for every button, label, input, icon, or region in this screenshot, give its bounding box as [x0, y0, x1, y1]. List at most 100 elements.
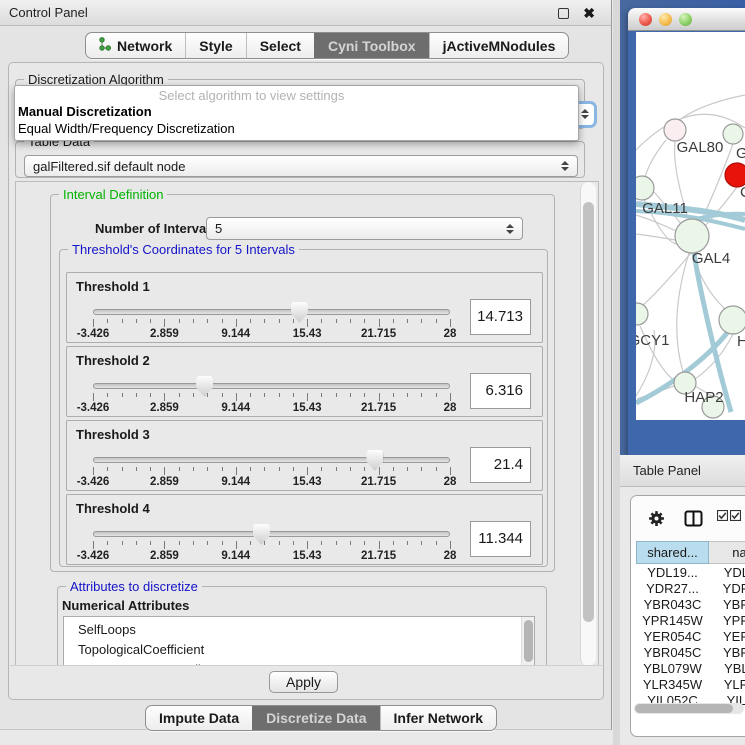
tick-mark: [393, 541, 394, 545]
tick-mark: [179, 393, 180, 397]
network-canvas[interactable]: GAL80 G C GAL11 GAL4 GCY1 H HAP2: [636, 32, 745, 420]
threshold-4-slider[interactable]: [93, 531, 450, 537]
close-traffic-light-icon[interactable]: [639, 13, 652, 26]
tab-discretize-data[interactable]: Discretize Data: [252, 706, 379, 730]
column-header-name[interactable]: na: [709, 541, 745, 564]
tick-mark: [164, 319, 165, 327]
tick-mark: [307, 393, 308, 401]
network-node[interactable]: [723, 124, 743, 144]
tick-mark: [207, 541, 208, 545]
tick-label: -3.426: [77, 550, 110, 562]
cyni-toolbox-panel: Discretization Algorithm Select algorith…: [8, 62, 604, 700]
table-row[interactable]: YDR27...YDR2: [636, 581, 745, 597]
network-node[interactable]: [675, 219, 709, 253]
tick-mark: [350, 393, 351, 397]
tick-mark: [164, 393, 165, 401]
tick-mark: [136, 467, 137, 471]
split-columns-icon[interactable]: [684, 510, 703, 527]
tick-mark: [236, 467, 237, 475]
scrollbar-thumb[interactable]: [524, 620, 533, 662]
tab-style[interactable]: Style: [185, 33, 245, 58]
network-node[interactable]: [664, 119, 686, 141]
gear-icon[interactable]: [648, 510, 665, 527]
threshold-4-value-field[interactable]: 11.344: [470, 521, 531, 557]
table-horizontal-scrollbar[interactable]: [634, 703, 744, 714]
network-node[interactable]: [719, 306, 745, 334]
tick-mark: [307, 319, 308, 327]
checkbox-icon[interactable]: [717, 510, 728, 521]
network-nodes[interactable]: [636, 119, 745, 418]
table-data-group: Table Data galFiltered.sif default node: [15, 141, 585, 178]
threshold-1-slider[interactable]: [93, 309, 450, 315]
threshold-2-panel: Threshold 2 -3.4262.8599.14415.4321.7152…: [66, 346, 543, 417]
number-of-intervals-value: 5: [215, 221, 222, 236]
tick-label: 9.144: [221, 328, 250, 340]
tab-network[interactable]: Network: [86, 33, 185, 58]
number-of-intervals-combobox[interactable]: 5: [206, 217, 523, 240]
combo-arrows-icon: [581, 109, 589, 119]
tick-label: 15.43: [293, 550, 322, 562]
scrollbar-thumb[interactable]: [583, 202, 594, 622]
cyni-bottom-tab-bar: Impute Data Discretize Data Infer Networ…: [145, 705, 497, 731]
list-vertical-scrollbar[interactable]: [521, 617, 534, 667]
float-window-icon[interactable]: [558, 8, 569, 19]
panel-splitter[interactable]: [613, 0, 620, 745]
tick-mark: [393, 467, 394, 471]
tab-infer-network[interactable]: Infer Network: [380, 706, 496, 730]
network-view-window[interactable]: GAL80 G C GAL11 GAL4 GCY1 H HAP2: [628, 8, 745, 455]
tick-label: 15.43: [293, 402, 322, 414]
tick-mark: [336, 467, 337, 471]
threshold-4-label: Threshold 4: [76, 501, 150, 516]
settings-vertical-scrollbar[interactable]: [580, 182, 596, 666]
tick-mark: [379, 393, 380, 401]
tab-select[interactable]: Select: [246, 33, 314, 58]
table-data-combobox[interactable]: galFiltered.sif default node: [24, 155, 578, 177]
apply-button[interactable]: Apply: [269, 671, 338, 693]
zoom-traffic-light-icon[interactable]: [679, 13, 692, 26]
threshold-3-value-field[interactable]: 21.4: [470, 447, 531, 483]
threshold-3-slider[interactable]: [93, 457, 450, 463]
tab-impute-data[interactable]: Impute Data: [146, 706, 252, 730]
close-icon[interactable]: ✖: [583, 0, 595, 26]
table-row[interactable]: YDL19...YDL1: [636, 565, 745, 581]
tick-mark: [122, 319, 123, 323]
checkbox-icon[interactable]: [730, 510, 741, 521]
threshold-2-slider[interactable]: [93, 383, 450, 389]
table-row[interactable]: YLR345WYLR3: [636, 677, 745, 693]
threshold-2-label: Threshold 2: [76, 353, 150, 368]
tick-mark: [336, 393, 337, 397]
tab-jactivemnodules[interactable]: jActiveMNodules: [429, 33, 569, 58]
scrollbar-thumb[interactable]: [635, 704, 733, 713]
table-row[interactable]: YBR043CYBR0: [636, 597, 745, 613]
threshold-3-panel: Threshold 3 -3.4262.8599.14415.4321.7152…: [66, 420, 543, 491]
list-item-topologicalcoefficient[interactable]: TopologicalCoefficient: [64, 640, 534, 660]
list-item-selfloops[interactable]: SelfLoops: [64, 617, 534, 640]
threshold-1-value-field[interactable]: 14.713: [470, 299, 531, 335]
tab-cyni-toolbox[interactable]: Cyni Toolbox: [314, 33, 429, 58]
table-panel-title: Table Panel: [633, 463, 701, 478]
tick-label: 9.144: [221, 402, 250, 414]
dropdown-item-equal-width-frequency[interactable]: Equal Width/Frequency Discretization: [15, 120, 578, 137]
network-node[interactable]: [636, 176, 654, 200]
table-row[interactable]: YBL079WYBL0: [636, 661, 745, 677]
table-row[interactable]: YER054CYER0: [636, 629, 745, 645]
tick-mark: [264, 319, 265, 323]
network-node[interactable]: [636, 303, 648, 325]
table-row[interactable]: YBR045CYBR0: [636, 645, 745, 661]
network-window-titlebar[interactable]: [628, 8, 745, 31]
tick-label: 15.43: [293, 328, 322, 340]
tick-mark: [379, 319, 380, 327]
minimize-traffic-light-icon[interactable]: [659, 13, 672, 26]
tick-mark: [407, 393, 408, 397]
algorithm-dropdown-popup: Select algorithm to view settings Manual…: [14, 85, 579, 141]
table-row[interactable]: YPR145WYPR1: [636, 613, 745, 629]
tick-mark: [122, 541, 123, 545]
tick-mark: [150, 393, 151, 397]
tick-mark: [293, 541, 294, 545]
tick-label: 2.859: [150, 476, 179, 488]
tick-mark: [150, 467, 151, 471]
threshold-2-value-field[interactable]: 6.316: [470, 373, 531, 409]
combo-arrows-icon: [506, 224, 514, 234]
column-header-shared-name[interactable]: shared...: [636, 541, 709, 564]
dropdown-item-manual-discretization[interactable]: Manual Discretization: [15, 103, 578, 120]
